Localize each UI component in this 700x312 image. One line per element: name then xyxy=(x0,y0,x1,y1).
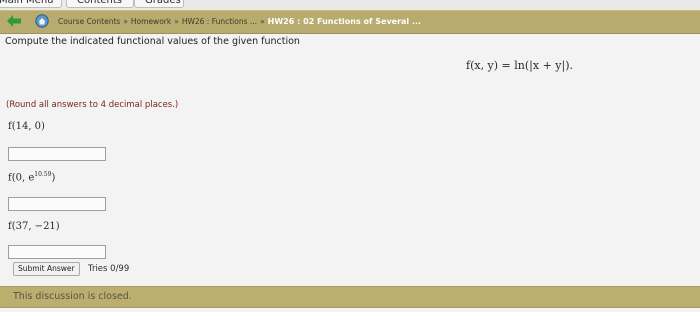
discussion-closed-message: This discussion is closed. xyxy=(13,291,132,302)
part-1-answer-input[interactable] xyxy=(8,147,106,161)
tries-counter: Tries 0/99 xyxy=(88,264,130,274)
part-1-label: f(14, 0) xyxy=(8,121,45,132)
home-icon[interactable] xyxy=(35,14,49,28)
breadcrumb-current: HW26 : 02 Functions of Several ... xyxy=(267,17,422,26)
discussion-closed-bar: This discussion is closed. xyxy=(0,286,700,308)
part-2-answer-input[interactable] xyxy=(8,197,106,211)
breadcrumb-bar: Course Contents» Homework» HW26 : Function… xyxy=(0,10,700,34)
tab-contents[interactable]: Contents xyxy=(66,0,134,8)
breadcrumb-item-homework[interactable]: Homework xyxy=(131,17,171,26)
breadcrumb-separator: » xyxy=(174,17,179,26)
part-3-label: f(37, −21) xyxy=(8,221,60,232)
tab-main-menu[interactable]: Main Menu xyxy=(0,0,62,8)
function-formula: f(x, y) = ln(|x + y|). xyxy=(466,59,573,72)
rounding-instruction: (Round all answers to 4 decimal places.) xyxy=(6,100,179,110)
submit-answer-button[interactable]: Submit Answer xyxy=(13,262,80,276)
tab-grades[interactable]: Grades xyxy=(134,0,184,8)
back-arrow-icon[interactable] xyxy=(7,14,21,28)
part-3-answer-input[interactable] xyxy=(8,245,106,259)
breadcrumb-separator: » xyxy=(260,17,265,26)
part-2-label: f(0, e10.59) xyxy=(8,171,56,184)
breadcrumb-separator: » xyxy=(123,17,128,26)
breadcrumb-item-hw26[interactable]: HW26 : Functions ... xyxy=(182,17,257,26)
question-prompt: Compute the indicated functional values … xyxy=(5,36,300,47)
breadcrumb: Course Contents» Homework» HW26 : Function… xyxy=(58,16,421,28)
breadcrumb-item-course-contents[interactable]: Course Contents xyxy=(58,17,120,26)
